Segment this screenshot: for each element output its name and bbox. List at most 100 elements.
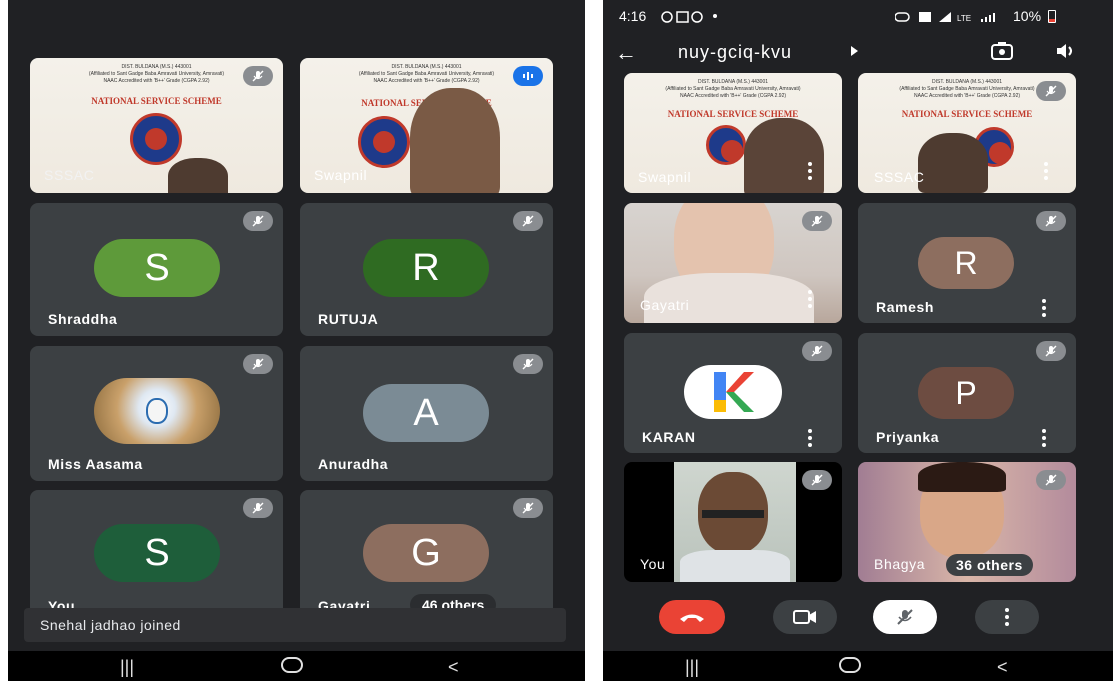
poster-line: NAAC Accredited with 'B++' Grade (CGPA 2… [679, 93, 787, 99]
more-options-icon[interactable] [808, 290, 812, 311]
participant-tile-you[interactable]: You [624, 462, 842, 582]
participant-name: SSSAC [874, 169, 925, 185]
more-options-icon[interactable] [808, 429, 812, 450]
more-vert-icon [1005, 608, 1009, 626]
participant-tile-miss-aasama[interactable]: Miss Aasama [30, 346, 283, 481]
more-options-icon[interactable] [808, 162, 812, 183]
avatar: R [918, 237, 1014, 289]
muted-mic-icon [802, 341, 832, 361]
poster-title: NATIONAL SERVICE SCHEME [91, 96, 222, 106]
participant-video [918, 133, 988, 193]
recents-button[interactable]: ||| [120, 657, 134, 678]
poster-title: NATIONAL SERVICE SCHEME [901, 109, 1033, 119]
participant-name: RUTUJA [318, 311, 379, 327]
participant-video [168, 158, 228, 193]
participant-tile-sssac[interactable]: DIST. BULDANA (M.S.) 443001 (Affiliated … [30, 58, 283, 193]
home-button[interactable] [281, 657, 303, 678]
poster-title: NATIONAL SERVICE SCHEME [667, 109, 799, 119]
toy-figure [146, 398, 168, 424]
poster-line: (Affiliated to Sant Gadge Baba Amravati … [665, 86, 801, 92]
avatar: A [363, 384, 489, 442]
avatar-initial: G [411, 531, 441, 574]
participant-name: Swapnil [638, 169, 692, 185]
participant-name: Ramesh [876, 299, 935, 315]
more-options-icon[interactable] [1042, 299, 1046, 320]
shirt [680, 550, 790, 582]
notification-icons [661, 10, 707, 23]
participant-tile-gayatri[interactable]: G Gayatri 46 others [300, 490, 553, 625]
participant-name: Bhagya [874, 556, 926, 572]
toast-text: Snehal jadhao joined [40, 617, 181, 633]
avatar-initial: P [955, 374, 977, 411]
speaker-icon[interactable] [1055, 42, 1077, 65]
participant-name: Shraddha [48, 311, 118, 327]
avatar-initial: A [413, 391, 439, 434]
participant-name: SSSAC [44, 167, 95, 183]
participant-name: You [640, 556, 666, 572]
k-logo-icon [714, 372, 754, 412]
participant-tile-priyanka[interactable]: P Priyanka [858, 333, 1076, 453]
back-button[interactable]: < [997, 657, 1008, 678]
meeting-code[interactable]: nuy-gciq-kvu [678, 42, 792, 63]
battery-percentage: 10% [1013, 8, 1042, 24]
muted-mic-icon [243, 66, 273, 86]
participant-tile-swapnil[interactable]: DIST. BULDANA (M.S.) 443001 (Affiliated … [300, 58, 553, 193]
muted-mic-icon [897, 609, 913, 625]
back-button[interactable]: < [448, 657, 459, 678]
muted-mic-icon [802, 470, 832, 490]
muted-mic-icon [1036, 341, 1066, 361]
avatar: P [918, 367, 1014, 419]
android-nav-bar: ||| < [603, 651, 1113, 681]
muted-mic-icon [243, 211, 273, 231]
participant-tile-gayatri[interactable]: Gayatri [624, 203, 842, 323]
recents-button[interactable]: ||| [685, 657, 699, 678]
muted-mic-icon [513, 498, 543, 518]
status-icons: LTE [894, 10, 1007, 23]
back-arrow-icon[interactable]: ← [615, 40, 637, 66]
more-options-icon[interactable] [1044, 162, 1048, 183]
hair [918, 462, 1006, 492]
avatar-initial: S [144, 531, 170, 574]
participant-name: Priyanka [876, 429, 940, 445]
others-chip[interactable]: 36 others [946, 554, 1033, 576]
participant-tile-bhagya[interactable]: Bhagya 36 others [858, 462, 1076, 582]
self-video [674, 462, 796, 582]
home-button[interactable] [839, 657, 861, 678]
meeting-details-chevron-icon[interactable] [851, 46, 858, 56]
muted-mic-icon [243, 498, 273, 518]
right-phone-screen: 4:16 LTE 10% ← nuy-gciq-kvu DIST. BULDAN… [603, 0, 1113, 681]
participant-video [744, 118, 824, 193]
speaking-indicator-icon [513, 66, 543, 86]
avatar: S [94, 239, 220, 297]
camera-toggle-button[interactable] [773, 600, 837, 634]
mic-toggle-button[interactable] [873, 600, 937, 634]
participant-tile-swapnil[interactable]: DIST. BULDANA (M.S.) 443001 (Affiliated … [624, 73, 842, 193]
nss-emblem [706, 125, 746, 165]
participant-video [410, 88, 500, 193]
poster-header: DIST. BULDANA (M.S.) 443001 (Affiliated … [624, 79, 842, 100]
participant-tile-rutuja[interactable]: R RUTUJA [300, 203, 553, 336]
participant-name: Gayatri [640, 297, 690, 313]
android-nav-bar: ||| < [8, 651, 585, 681]
more-options-icon[interactable] [1042, 429, 1046, 450]
participant-tile-sssac[interactable]: DIST. BULDANA (M.S.) 443001 (Affiliated … [858, 73, 1076, 193]
hang-up-icon [680, 614, 704, 622]
participant-tile-shraddha[interactable]: S Shraddha [30, 203, 283, 336]
nss-emblem [358, 116, 410, 168]
participant-name: Anuradha [318, 456, 389, 472]
more-options-button[interactable] [975, 600, 1039, 634]
end-call-button[interactable] [659, 600, 725, 634]
participant-name: Miss Aasama [48, 456, 143, 472]
participant-tile-you[interactable]: S You [30, 490, 283, 625]
participant-tile-ramesh[interactable]: R Ramesh [858, 203, 1076, 323]
join-toast: Snehal jadhao joined [24, 608, 566, 642]
avatar: R [363, 239, 489, 297]
participant-name: KARAN [642, 429, 696, 445]
switch-camera-icon[interactable] [990, 40, 1014, 67]
participant-tile-anuradha[interactable]: A Anuradha [300, 346, 553, 481]
muted-mic-icon [1036, 470, 1066, 490]
participant-name: Swapnil [314, 167, 368, 183]
participant-tile-karan[interactable]: KARAN [624, 333, 842, 453]
glasses [702, 510, 764, 518]
avatar: S [94, 524, 220, 582]
